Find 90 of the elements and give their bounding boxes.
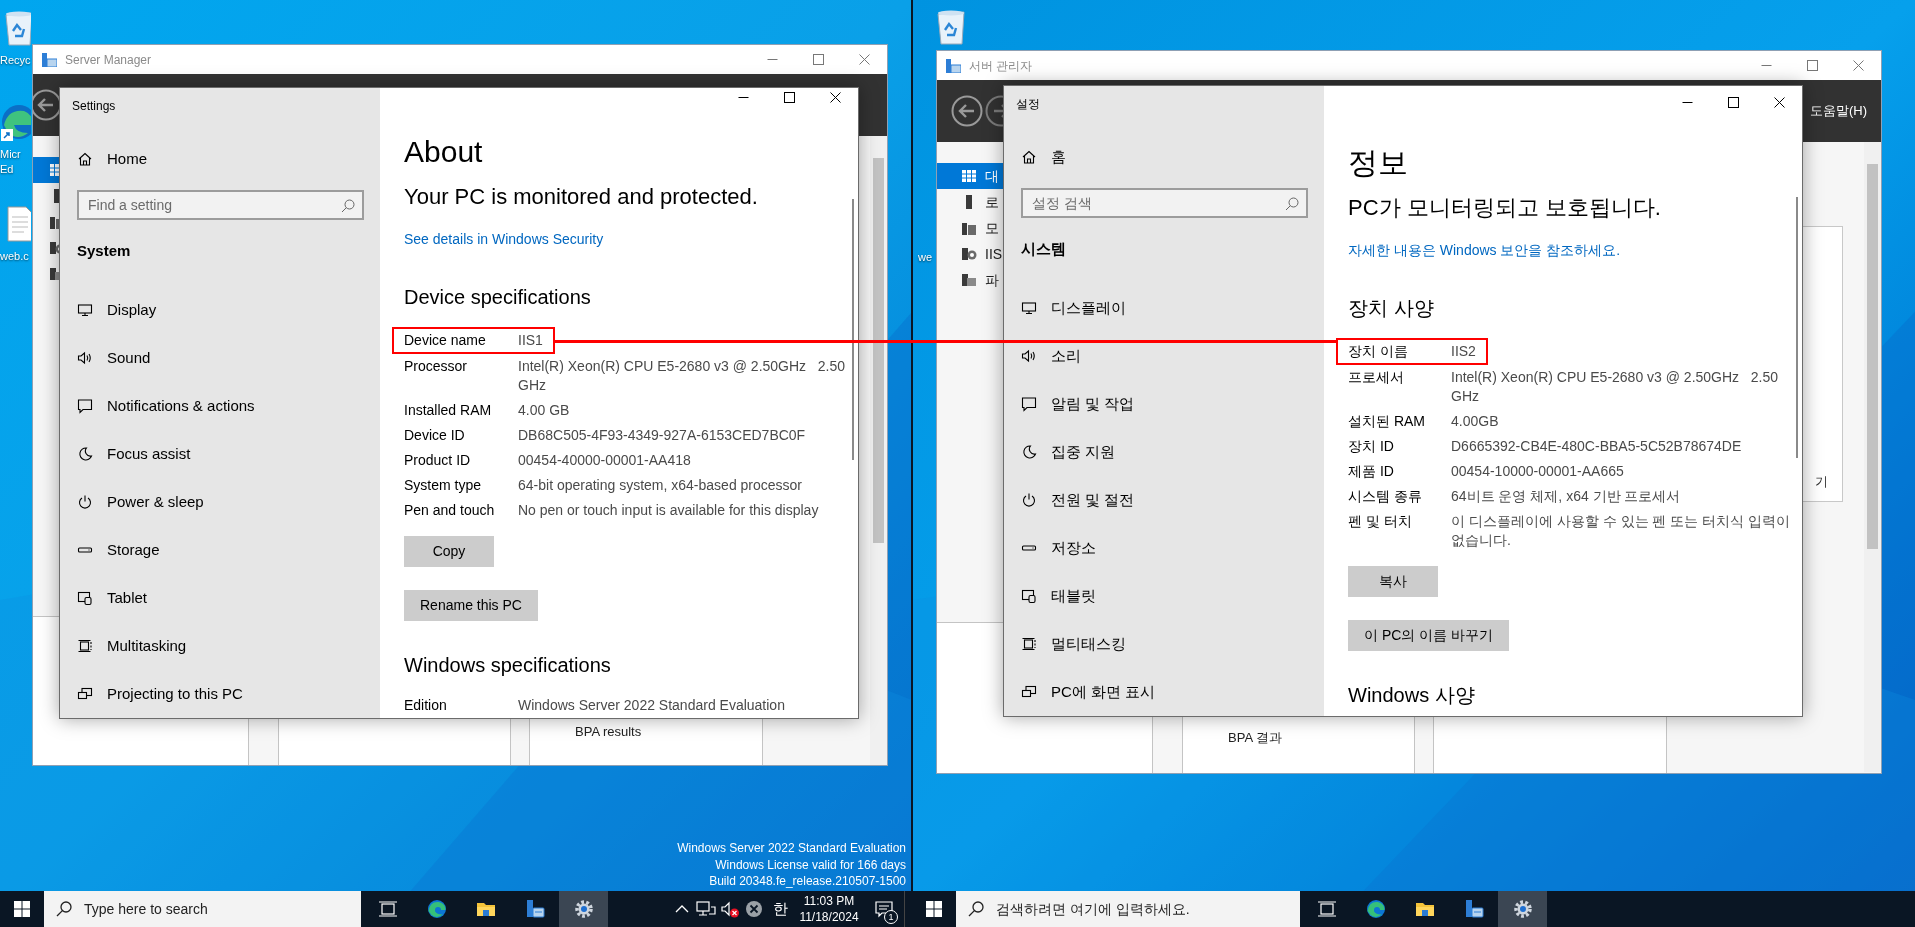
spec-label: System type	[404, 476, 483, 495]
page-title: About	[404, 134, 483, 170]
spec-value: 64-bit operating system, x64-based processor	[518, 476, 804, 495]
sidebar-item[interactable]: 모	[937, 215, 1003, 241]
spec-value: IIS2	[1451, 342, 1476, 361]
section-heading: Windows 사양	[1348, 683, 1475, 708]
spec-value: Intel(R) Xeon(R) CPU E5-2680 v3 @ 2.50GHz 2.50 GHz	[1451, 368, 1780, 406]
security-link[interactable]: See details in Windows Security	[404, 229, 604, 249]
section-heading: Device specifications	[404, 285, 591, 310]
nav-item[interactable]: PC에 화면 표시	[1004, 668, 1324, 716]
spec-label: 펜 및 터치	[1348, 512, 1413, 531]
spec-value: IIS1	[518, 331, 543, 350]
nav-item[interactable]: 집중 지원	[1004, 428, 1324, 476]
spec-value: 00454-40000-00001-AA418	[518, 451, 692, 470]
copy-button[interactable]: Copy	[404, 536, 494, 567]
nav-item[interactable]: 소리	[1004, 332, 1324, 380]
clock[interactable]: 11:03 PM 11/18/2024	[794, 893, 864, 925]
nav-item[interactable]: Notifications & actions	[60, 382, 380, 430]
spec-value: 64비트 운영 체제, x64 기반 프로세서	[1451, 487, 1682, 506]
nav-item[interactable]: Focus assist	[60, 430, 380, 478]
search-field[interactable]: 설정 검색	[1021, 187, 1308, 218]
copy-button[interactable]: 복사	[1348, 566, 1438, 597]
nav-item[interactable]: Tablet	[60, 574, 380, 622]
rename-button[interactable]: 이 PC의 이름 바꾸기	[1348, 620, 1510, 651]
nav-item[interactable]: Display	[60, 286, 380, 334]
section-heading: 장치 사양	[1348, 296, 1434, 321]
section-heading: System	[76, 241, 132, 261]
sidebar-item[interactable]: 파	[937, 267, 1003, 293]
section-heading: 시스템	[1020, 239, 1067, 259]
spec-label: 제품 ID	[1348, 462, 1395, 481]
window-title: 서버 관리자	[969, 57, 1033, 75]
status-text: Your PC is monitored and protected.	[404, 183, 758, 211]
nav-item[interactable]: Multitasking	[60, 622, 380, 670]
page-title: 정보	[1348, 145, 1408, 181]
spec-value: 이 디스플레이에 사용할 수 있는 펜 또는 터치식 입력이 없습니다.	[1451, 512, 1792, 550]
spec-label: 설치된 RAM	[1348, 412, 1426, 431]
edition-text: Windows License valid for 166 days	[715, 856, 906, 873]
spec-label: 장치 이름	[1348, 342, 1409, 361]
spec-value: 4.00GB	[1451, 412, 1500, 431]
edition-text: Build 20348.fe_release.210507-1500	[709, 873, 906, 890]
sidebar-item[interactable]: 대	[937, 163, 1003, 189]
nav-item[interactable]: Storage	[60, 526, 380, 574]
spec-value: No pen or touch input is available for this display	[518, 501, 820, 520]
spec-label: Edition	[404, 696, 448, 715]
sidebar-item[interactable]: 로	[937, 189, 1003, 215]
tile-text: BPA 결과	[1228, 729, 1282, 747]
spec-label: Product ID	[404, 451, 472, 470]
nav-item[interactable]: 태블릿	[1004, 572, 1324, 620]
nav-item[interactable]: Projecting to this PC	[60, 670, 380, 718]
tile-text: 기	[1815, 473, 1828, 491]
search-field[interactable]: 검색하려면 여기에 입력하세요.	[956, 891, 1300, 927]
ime-indicator[interactable]: 한	[766, 897, 794, 921]
spec-value: 00454-10000-00001-AA665	[1451, 462, 1625, 481]
spec-value: Windows Server 2022 Standard Evaluation	[518, 696, 786, 715]
spec-value: D6665392-CB4E-480C-BBA5-5C52B78674DE	[1451, 437, 1743, 456]
spec-label: 프로세서	[1348, 368, 1405, 387]
nav-item[interactable]: Power & sleep	[60, 478, 380, 526]
spec-value: 4.00 GB	[518, 401, 571, 420]
sidebar-item[interactable]: IIS	[937, 241, 1003, 267]
notification-button[interactable]: 1	[864, 891, 904, 927]
spec-label: Processor	[404, 357, 469, 376]
notification-badge: 1	[884, 910, 898, 924]
spec-label: Device ID	[404, 426, 466, 445]
spec-value: Intel(R) Xeon(R) CPU E5-2680 v3 @ 2.50GHz 2.50 GHz	[518, 357, 847, 395]
nav-item[interactable]: 저장소	[1004, 524, 1324, 572]
nav-item[interactable]: 전원 및 절전	[1004, 476, 1324, 524]
rename-button[interactable]: Rename this PC	[404, 590, 538, 621]
section-heading: Windows specifications	[404, 653, 611, 678]
nav-item[interactable]: Home	[60, 136, 380, 183]
status-text: PC가 모니터링되고 보호됩니다.	[1348, 194, 1661, 222]
search-field[interactable]: Find a setting	[77, 189, 364, 220]
nav-item[interactable]: 홈	[1004, 134, 1324, 181]
spec-label: 시스템 종류	[1348, 487, 1423, 506]
spec-label: Pen and touch	[404, 501, 496, 520]
edition-text: Windows Server 2022 Standard Evaluation	[677, 840, 906, 857]
spec-value: DB68C505-4F93-4349-927A-6153CED7BC0F	[518, 426, 807, 445]
tile-text: BPA results	[575, 723, 642, 741]
window-title: Settings	[71, 98, 117, 115]
nav-item[interactable]: 멀티태스킹	[1004, 620, 1324, 668]
spec-label: Installed RAM	[404, 401, 493, 420]
security-link[interactable]: 자세한 내용은 Windows 보안을 참조하세요.	[1348, 240, 1621, 260]
window-title: 설정	[1015, 96, 1041, 113]
search-field[interactable]: Type here to search	[44, 891, 361, 927]
spec-label: Device name	[404, 331, 487, 350]
nav-item[interactable]: Sound	[60, 334, 380, 382]
window-title: Server Manager	[65, 51, 152, 69]
spec-label: 장치 ID	[1348, 437, 1395, 456]
menu-item[interactable]: 도움말(H)	[1809, 101, 1867, 121]
nav-item[interactable]: 알림 및 작업	[1004, 380, 1324, 428]
nav-item[interactable]: 디스플레이	[1004, 284, 1324, 332]
